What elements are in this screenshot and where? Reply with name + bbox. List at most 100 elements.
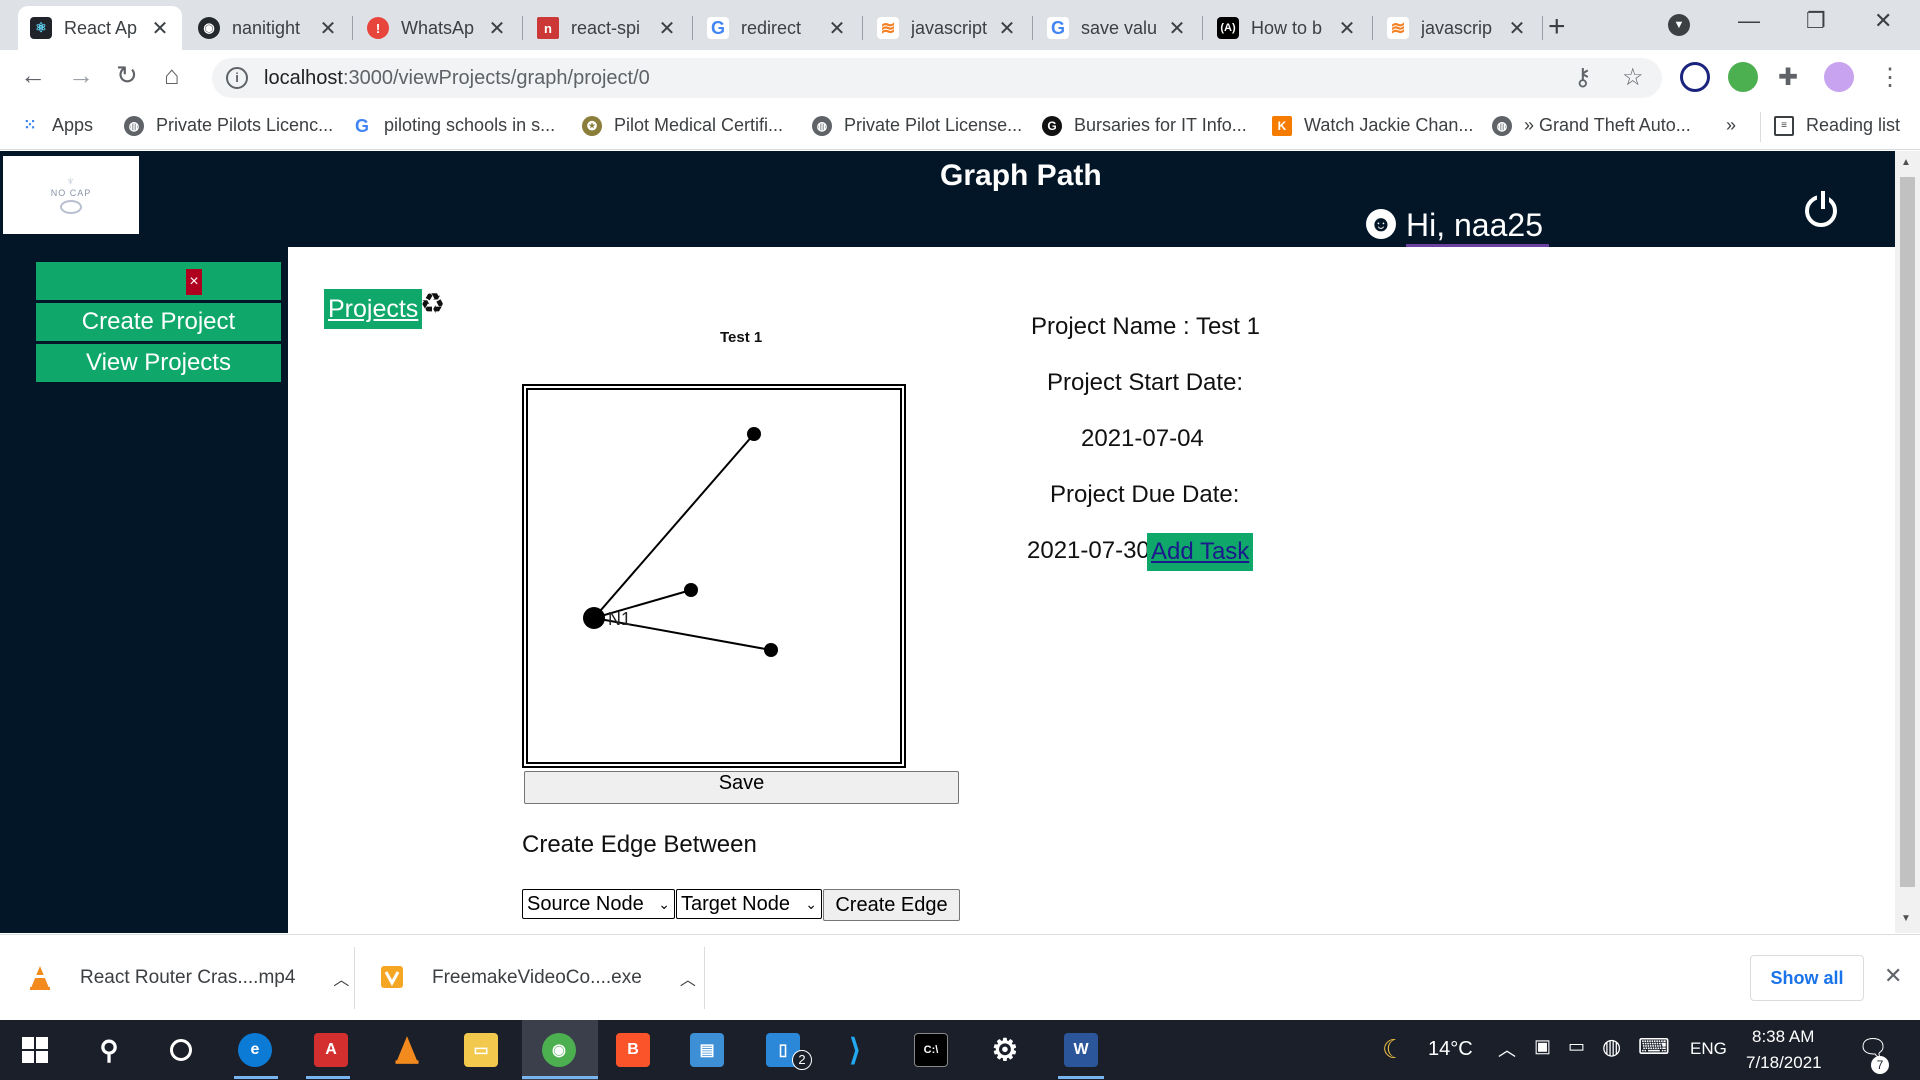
- acrobat-icon[interactable]: A: [314, 1033, 348, 1067]
- reload-icon[interactable]: ↻: [116, 60, 138, 91]
- weather-temperature[interactable]: 14°C: [1428, 1038, 1473, 1061]
- tab-stackoverflow[interactable]: ≋ javascript ✕: [865, 6, 1029, 50]
- power-logout-icon[interactable]: [1805, 191, 1837, 227]
- tab-google-save[interactable]: G save valu ✕: [1035, 6, 1199, 50]
- search-icon[interactable]: ⚲: [92, 1033, 126, 1067]
- sidebar-close-bar[interactable]: ×: [36, 262, 281, 300]
- close-icon[interactable]: ✕: [150, 16, 170, 41]
- app-logo[interactable]: ♆ NO CAP: [3, 156, 139, 234]
- graph-canvas[interactable]: N1: [522, 384, 906, 768]
- save-button[interactable]: Save: [524, 771, 959, 804]
- clock-date[interactable]: 7/18/2021: [1746, 1053, 1822, 1073]
- word-icon[interactable]: W: [1064, 1033, 1098, 1067]
- globe-extension-icon[interactable]: [1728, 62, 1758, 92]
- forward-icon[interactable]: →: [68, 60, 94, 91]
- close-icon[interactable]: ✕: [657, 16, 677, 41]
- download-item[interactable]: React Router Cras....mp4 ︿: [28, 935, 349, 1021]
- tab-google-redirect[interactable]: G redirect ✕: [695, 6, 859, 50]
- restore-icon[interactable]: ❐: [1806, 8, 1826, 34]
- url-text[interactable]: localhost:3000/viewProjects/graph/projec…: [264, 67, 650, 90]
- user-greeting-link[interactable]: Hi, naa25: [1406, 207, 1549, 247]
- source-node-select[interactable]: Source Node ⌄: [522, 889, 675, 919]
- clock-time[interactable]: 8:38 AM: [1752, 1027, 1814, 1047]
- graph-edge[interactable]: [593, 433, 755, 619]
- window-close-icon[interactable]: ✕: [1874, 8, 1892, 34]
- chevron-up-icon[interactable]: ︿: [333, 966, 349, 990]
- site-info-icon[interactable]: i: [226, 67, 248, 89]
- minimize-icon[interactable]: —: [1738, 8, 1760, 34]
- bookmark-item[interactable]: G piloting schools in s...: [352, 115, 555, 136]
- scroll-up-icon[interactable]: ▲: [1901, 157, 1911, 168]
- add-task-link[interactable]: Add Task: [1147, 533, 1254, 571]
- address-bar[interactable]: i localhost:3000/viewProjects/graph/proj…: [212, 58, 1662, 98]
- recycle-icon[interactable]: ♻: [420, 287, 445, 320]
- page-scrollbar[interactable]: ▲ ▼: [1895, 151, 1920, 933]
- new-tab-button[interactable]: +: [1548, 10, 1566, 44]
- close-icon[interactable]: ×: [186, 269, 202, 295]
- bookmark-item[interactable]: K Watch Jackie Chan...: [1272, 115, 1473, 136]
- menu-dots-icon[interactable]: ⋮: [1878, 63, 1902, 92]
- bookmark-item[interactable]: ◍ » Grand Theft Auto...: [1492, 115, 1691, 136]
- chrome-icon[interactable]: ◉: [542, 1033, 576, 1067]
- graph-svg[interactable]: N1: [524, 386, 904, 766]
- back-icon[interactable]: ←: [20, 60, 46, 91]
- bookmark-star-icon[interactable]: ☆: [1622, 63, 1644, 92]
- battery-icon[interactable]: ▭: [1568, 1036, 1585, 1057]
- extensions-puzzle-icon[interactable]: ✚: [1778, 63, 1798, 92]
- scroll-down-icon[interactable]: ▼: [1901, 913, 1911, 924]
- windows-start-icon[interactable]: [18, 1033, 52, 1067]
- chevron-up-icon[interactable]: ︿: [680, 966, 696, 990]
- bookmark-item[interactable]: ◍ Private Pilots Licenc...: [124, 115, 333, 136]
- vlc-taskbar-icon[interactable]: [390, 1033, 424, 1067]
- close-icon[interactable]: ✕: [1884, 963, 1902, 989]
- more-bookmarks-button[interactable]: »: [1726, 115, 1736, 136]
- weather-moon-icon[interactable]: ☾: [1382, 1034, 1405, 1065]
- meet-now-icon[interactable]: ▣: [1534, 1036, 1551, 1057]
- close-icon[interactable]: ✕: [1167, 16, 1187, 41]
- close-icon[interactable]: ✕: [1507, 16, 1527, 41]
- profile-avatar[interactable]: [1824, 62, 1854, 92]
- key-icon[interactable]: ⚷: [1574, 63, 1592, 92]
- download-item[interactable]: FreemakeVideoCo....exe ︿: [380, 935, 696, 1021]
- bookmark-item[interactable]: ◍ Private Pilot License...: [812, 115, 1022, 136]
- tab-stackoverflow-2[interactable]: ≋ javascrip ✕: [1375, 6, 1539, 50]
- graph-node[interactable]: [747, 427, 761, 441]
- tab-search-icon[interactable]: ▼: [1668, 14, 1690, 36]
- bookmark-item[interactable]: ✪ Pilot Medical Certifi...: [582, 115, 783, 136]
- tab-dev[interactable]: (A) How to b ✕: [1205, 6, 1369, 50]
- target-node-select[interactable]: Target Node ⌄: [676, 889, 822, 919]
- tab-github[interactable]: ◉ nanitight ✕: [186, 6, 350, 50]
- keyboard-icon[interactable]: ⌨: [1638, 1034, 1670, 1060]
- graph-node[interactable]: [684, 583, 698, 597]
- edge-browser-icon[interactable]: e: [238, 1033, 272, 1067]
- sidebar-item-create-project[interactable]: Create Project: [36, 303, 281, 341]
- cortana-icon[interactable]: [164, 1033, 198, 1067]
- projects-link[interactable]: Projects: [324, 289, 423, 329]
- settings-gear-icon[interactable]: ⚙: [988, 1033, 1022, 1067]
- reading-list-button[interactable]: ≡ Reading list: [1774, 115, 1900, 136]
- block-extension-icon[interactable]: [1680, 62, 1710, 92]
- graph-node[interactable]: [583, 607, 605, 629]
- sidebar-item-view-projects[interactable]: View Projects: [36, 344, 281, 382]
- close-icon[interactable]: ✕: [487, 16, 507, 41]
- brave-icon[interactable]: B: [616, 1033, 650, 1067]
- close-icon[interactable]: ✕: [997, 16, 1017, 41]
- network-globe-icon[interactable]: ◍: [1602, 1034, 1621, 1060]
- bookmark-item[interactable]: G Bursaries for IT Info...: [1042, 115, 1247, 136]
- file-explorer-icon[interactable]: ▭: [464, 1033, 498, 1067]
- bookmark-apps[interactable]: ⁙ Apps: [20, 115, 93, 136]
- terminal-icon[interactable]: C:\: [914, 1033, 948, 1067]
- tab-npm[interactable]: n react-spi ✕: [525, 6, 689, 50]
- close-icon[interactable]: ✕: [827, 16, 847, 41]
- tab-react-app[interactable]: ⚛ React Ap ✕: [18, 6, 182, 50]
- vscode-icon[interactable]: ⟩: [838, 1033, 872, 1067]
- home-icon[interactable]: ⌂: [164, 60, 180, 91]
- scrollbar-thumb[interactable]: [1900, 177, 1915, 887]
- tray-chevron-up-icon[interactable]: ︿: [1498, 1036, 1516, 1062]
- graph-node[interactable]: [764, 643, 778, 657]
- close-icon[interactable]: ✕: [1337, 16, 1357, 41]
- show-all-downloads-button[interactable]: Show all: [1750, 955, 1864, 1001]
- close-icon[interactable]: ✕: [318, 16, 338, 41]
- control-panel-icon[interactable]: ▤: [690, 1033, 724, 1067]
- input-language[interactable]: ENG: [1690, 1039, 1727, 1059]
